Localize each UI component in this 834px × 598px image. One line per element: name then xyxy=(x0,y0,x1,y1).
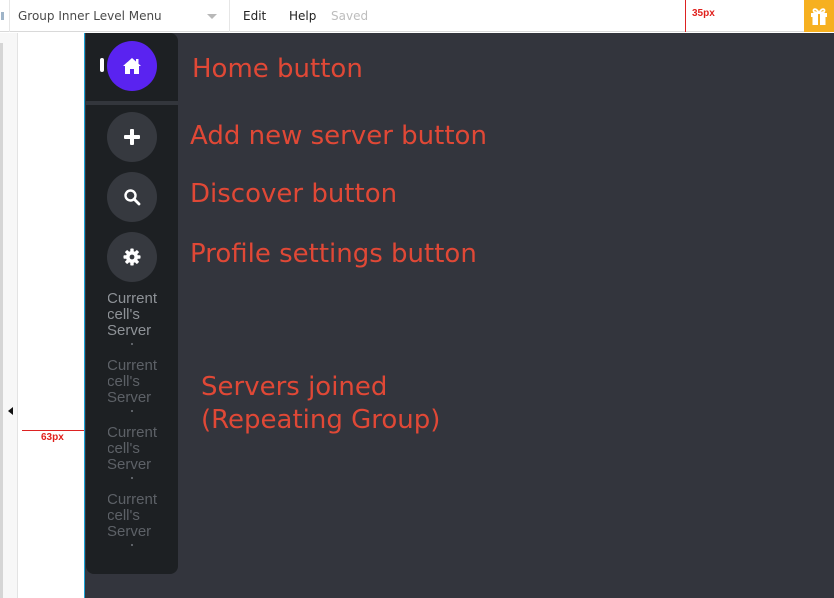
editor-root: Group Inner Level Menu Edit Help Saved 3… xyxy=(0,0,834,598)
server-list-item[interactable]: Current cell's Server xyxy=(108,492,158,548)
active-indicator xyxy=(100,58,104,72)
annotation-profile-settings: Profile settings button xyxy=(190,239,477,269)
server-name-line: Server xyxy=(108,456,152,473)
server-name-line: cell's xyxy=(108,507,140,524)
server-name-line: cell's xyxy=(108,373,140,390)
page-canvas xyxy=(84,33,834,598)
top-bar: Group Inner Level Menu Edit Help Saved 3… xyxy=(0,0,834,32)
chevron-down-icon xyxy=(207,14,217,19)
left-gutter xyxy=(0,33,18,598)
server-name-line: Current xyxy=(108,492,158,508)
search-icon xyxy=(124,189,141,206)
server-list-item[interactable]: Current cell's Server xyxy=(108,291,158,347)
plus-icon xyxy=(124,129,140,145)
ruler-guide-vertical xyxy=(685,0,686,32)
server-name-line: Current xyxy=(108,358,158,374)
sidebar-divider xyxy=(86,101,178,105)
triangle-left-icon[interactable] xyxy=(8,407,13,415)
annotation-servers-joined: Servers joined xyxy=(201,372,388,402)
gift-button[interactable] xyxy=(804,0,834,32)
server-name-line: Current xyxy=(108,291,158,307)
server-list-item[interactable]: Current cell's Server xyxy=(108,425,158,481)
annotation-home: Home button xyxy=(192,54,363,84)
annotation-discover: Discover button xyxy=(190,179,398,209)
server-name-line: cell's xyxy=(108,440,140,457)
server-name-line: Server xyxy=(108,322,152,339)
add-server-button[interactable] xyxy=(107,112,157,162)
discover-button[interactable] xyxy=(107,172,157,222)
menu-edit[interactable]: Edit xyxy=(243,9,266,23)
annotation-repeating-group: (Repeating Group) xyxy=(201,405,441,435)
gear-icon xyxy=(123,248,141,266)
ruler-guide-horizontal xyxy=(22,430,84,431)
left-stub xyxy=(0,0,10,32)
page-selector-dropdown[interactable]: Group Inner Level Menu xyxy=(10,0,230,32)
save-status: Saved xyxy=(331,9,369,23)
server-name-line: Current xyxy=(108,425,158,441)
gift-icon xyxy=(811,8,827,25)
annotation-add-server: Add new server button xyxy=(190,121,487,151)
profile-settings-button[interactable] xyxy=(107,232,157,282)
server-list-item[interactable]: Current cell's Server xyxy=(108,358,158,414)
home-icon xyxy=(123,58,141,74)
page-selector-label: Group Inner Level Menu xyxy=(18,9,162,23)
server-name-line: Server xyxy=(108,389,152,406)
menu-help[interactable]: Help xyxy=(289,9,316,23)
home-button[interactable] xyxy=(107,41,157,91)
server-name-line: cell's xyxy=(108,306,140,323)
server-name-line: Server xyxy=(108,523,152,540)
ruler-label-left: 63px xyxy=(41,432,64,443)
ruler-label-top: 35px xyxy=(692,8,715,19)
